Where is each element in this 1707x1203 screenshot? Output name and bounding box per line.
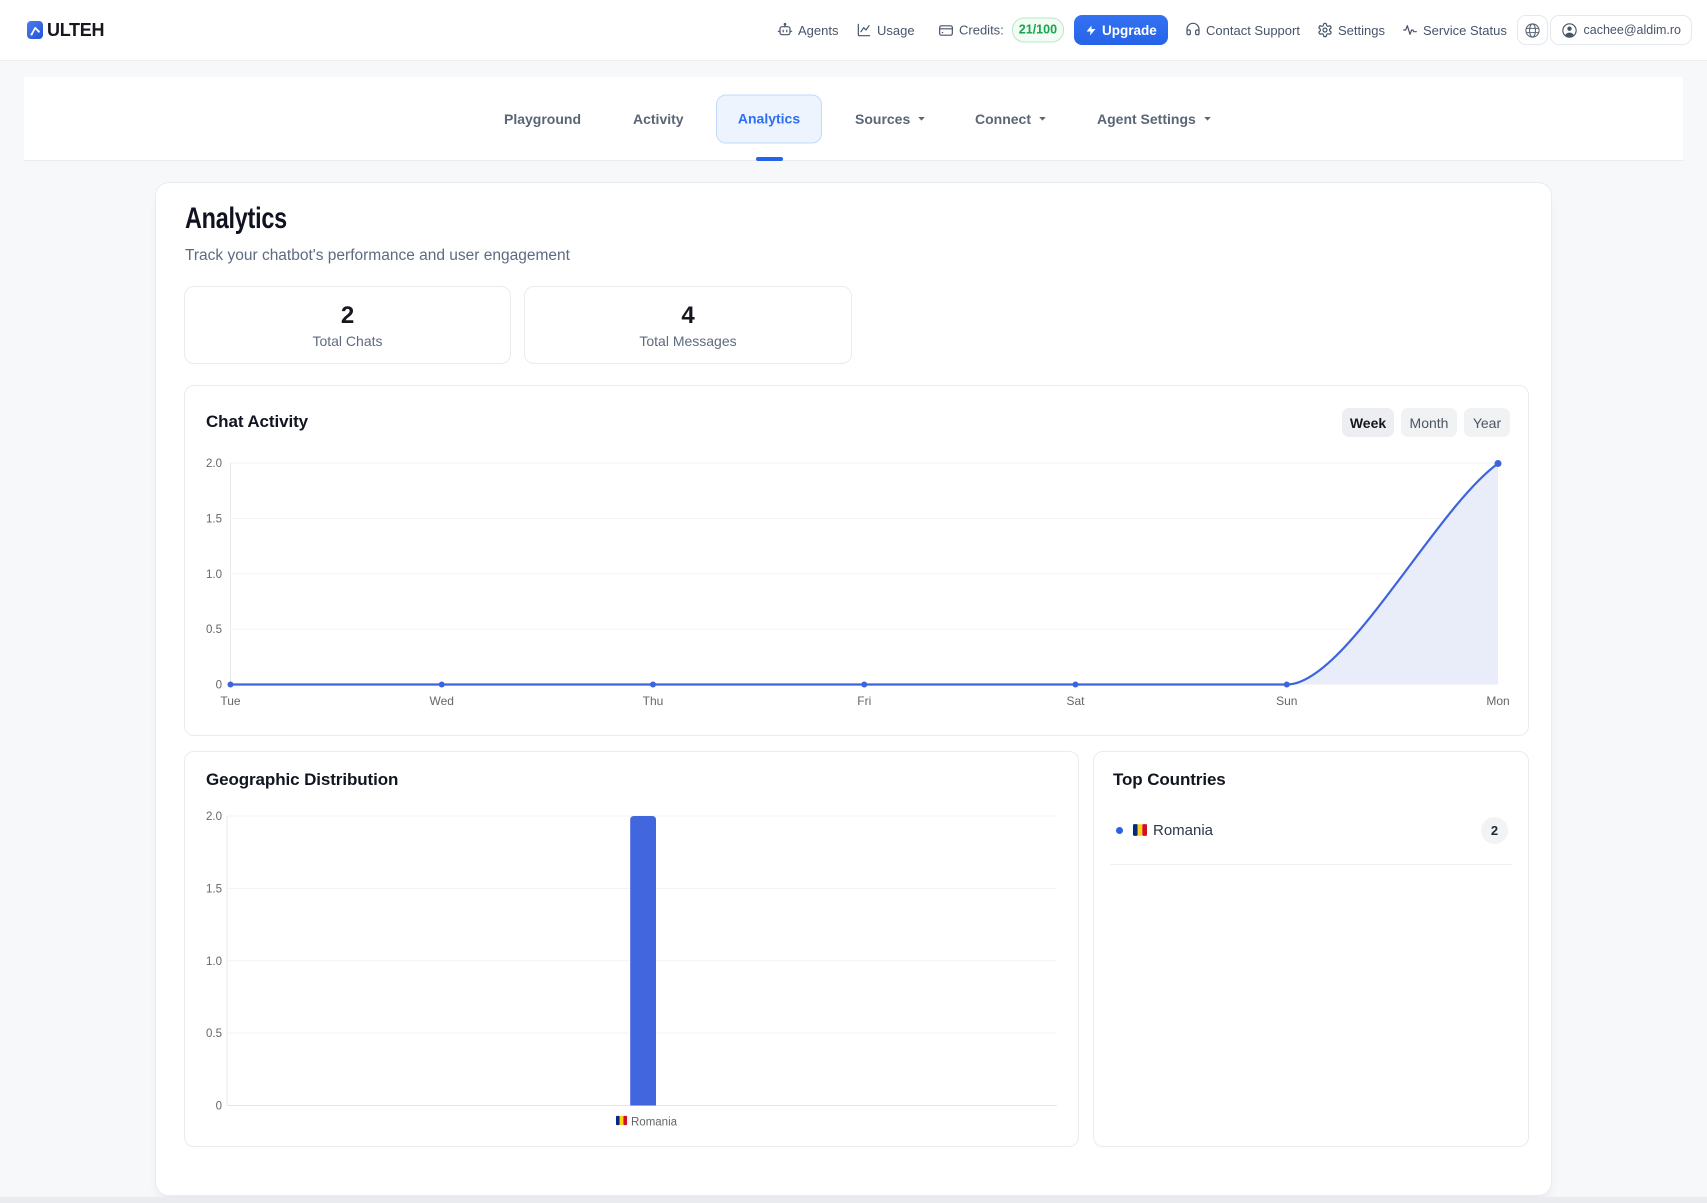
svg-text:0: 0 xyxy=(216,680,222,692)
svg-text:Sat: Sat xyxy=(1066,694,1085,708)
svg-text:0.5: 0.5 xyxy=(206,1028,222,1040)
svg-text:2.0: 2.0 xyxy=(206,811,222,823)
svg-text:Wed: Wed xyxy=(430,694,454,708)
svg-text:Mon: Mon xyxy=(1486,694,1509,708)
svg-text:0: 0 xyxy=(216,1101,222,1113)
svg-text:1.5: 1.5 xyxy=(206,883,222,895)
svg-text:Thu: Thu xyxy=(643,694,664,708)
svg-text:Romania: Romania xyxy=(631,1117,678,1129)
svg-text:Fri: Fri xyxy=(857,694,871,708)
svg-text:Tue: Tue xyxy=(220,694,241,708)
svg-text:1.5: 1.5 xyxy=(206,513,222,525)
svg-text:1.0: 1.0 xyxy=(206,956,222,968)
svg-text:2.0: 2.0 xyxy=(206,458,222,470)
svg-text:Sun: Sun xyxy=(1276,694,1297,708)
svg-text:1.0: 1.0 xyxy=(206,569,222,581)
svg-text:0.5: 0.5 xyxy=(206,624,222,636)
